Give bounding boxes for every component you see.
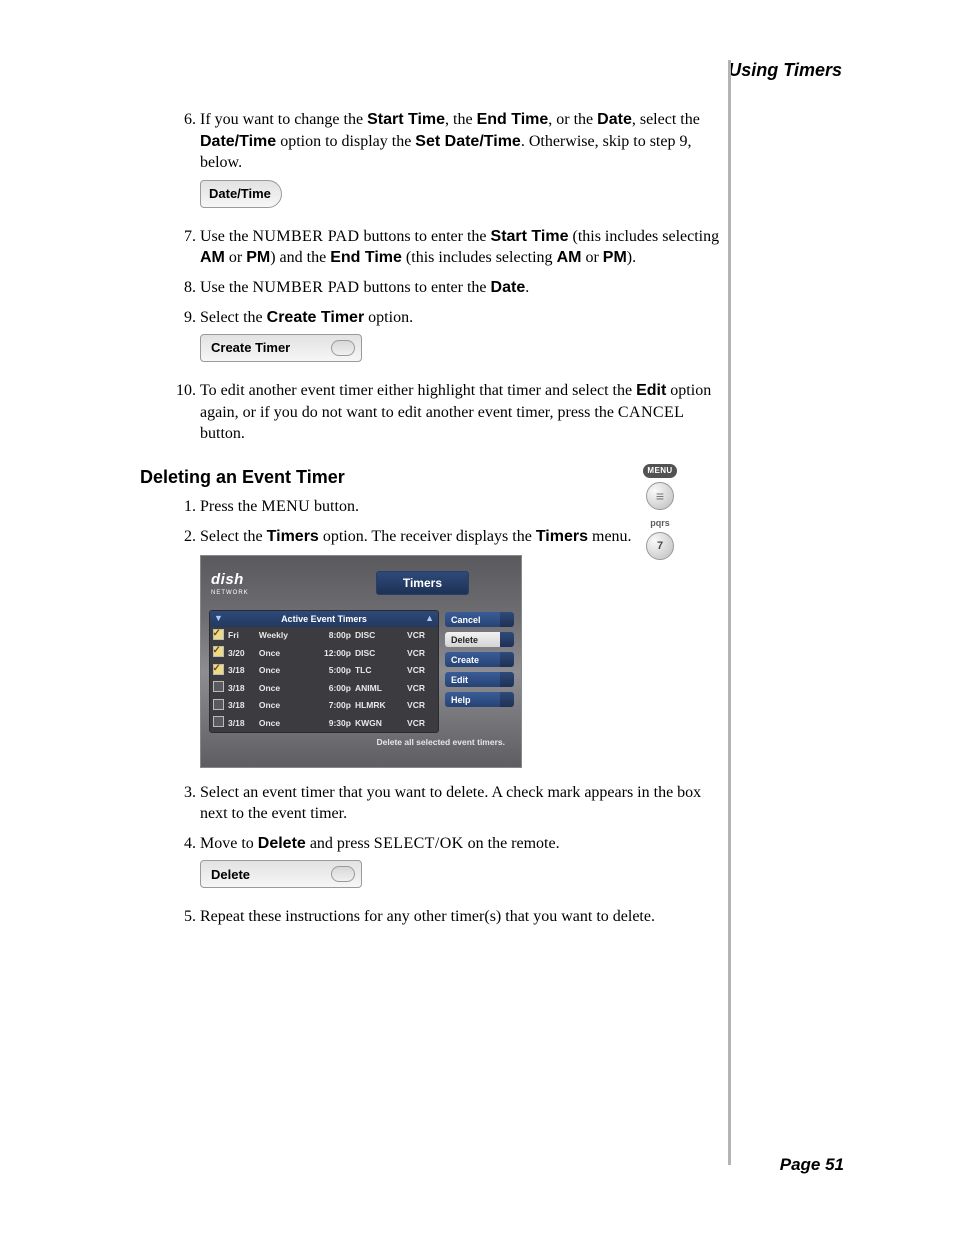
checkbox-icon xyxy=(213,716,224,727)
delete-chip: Delete xyxy=(200,860,362,888)
timers-hint: Delete all selected event timers. xyxy=(201,733,521,748)
checkbox-icon xyxy=(213,646,224,657)
active-timers-header: ▼ Active Event Timers ▲ xyxy=(210,611,438,627)
timers-title: Timers xyxy=(376,571,469,595)
menu-pill: MENU xyxy=(643,464,677,478)
menu-button-icon xyxy=(646,482,674,510)
page-footer: Page 51 xyxy=(780,1155,844,1175)
datetime-chip: Date/Time xyxy=(200,180,282,208)
checkbox-icon xyxy=(213,664,224,675)
checkbox-icon xyxy=(213,681,224,692)
side-rule xyxy=(728,60,731,1165)
dish-logo: dish NETWORK xyxy=(211,569,249,597)
cancel-button: Cancel xyxy=(445,612,513,627)
help-button: Help xyxy=(445,692,513,707)
section-deleting-title: Deleting an Event Timer xyxy=(140,467,844,488)
step-b4: Move to Delete and press SELECT/OK on th… xyxy=(200,833,724,899)
checkbox-icon xyxy=(213,629,224,640)
step-6: If you want to change the Start Time, th… xyxy=(200,109,724,218)
checkbox-icon xyxy=(213,699,224,710)
scroll-down-icon: ▼ xyxy=(214,612,223,624)
step-9: Select the Create Timer option. Create T… xyxy=(200,307,724,373)
timers-table: FriWeekly8:00pDISCVCR3/20Once12:00pDISCV… xyxy=(210,627,438,732)
table-row: FriWeekly8:00pDISCVCR xyxy=(210,627,438,644)
delete-button: Delete xyxy=(445,632,513,647)
timers-button-column: Cancel Delete Create Edit Help xyxy=(445,610,513,733)
table-row: 3/18Once7:00pHLMRKVCR xyxy=(210,697,438,714)
page-header: Using Timers xyxy=(140,60,844,81)
create-button: Create xyxy=(445,652,513,667)
step-b3: Select an event timer that you want to d… xyxy=(200,782,724,825)
active-timers-panel: ▼ Active Event Timers ▲ FriWeekly8:00pDI… xyxy=(209,610,439,733)
step-b5: Repeat these instructions for any other … xyxy=(200,906,724,928)
remote-icons: MENU pqrs 7 xyxy=(640,460,680,568)
create-timer-chip: Create Timer xyxy=(200,334,362,362)
steps-continued: If you want to change the Start Time, th… xyxy=(170,109,724,445)
edit-button: Edit xyxy=(445,672,513,687)
step-8: Use the NUMBER PAD buttons to enter the … xyxy=(200,277,724,299)
table-row: 3/18Once5:00pTLCVCR xyxy=(210,662,438,679)
timers-screen: dish NETWORK Timers ▼ Active Event Timer… xyxy=(200,555,522,767)
step-10: To edit another event timer either highl… xyxy=(200,380,724,445)
table-row: 3/18Once6:00pANIMLVCR xyxy=(210,680,438,697)
scroll-up-icon: ▲ xyxy=(425,612,434,624)
pqrs-label: pqrs xyxy=(640,518,680,528)
step-7: Use the NUMBER PAD buttons to enter the … xyxy=(200,226,724,269)
table-row: 3/18Once9:30pKWGNVCR xyxy=(210,715,438,732)
seven-button-icon: 7 xyxy=(646,532,674,560)
table-row: 3/20Once12:00pDISCVCR xyxy=(210,645,438,662)
